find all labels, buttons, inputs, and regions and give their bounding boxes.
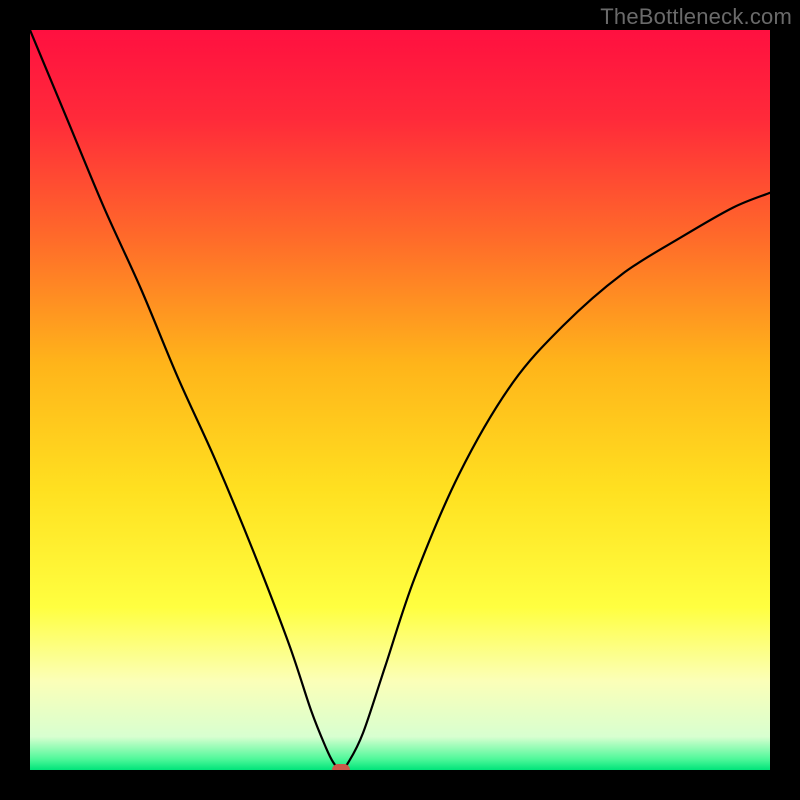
watermark-text: TheBottleneck.com — [600, 4, 792, 30]
chart-background-gradient — [30, 30, 770, 770]
optimum-marker — [332, 764, 350, 770]
chart-frame: TheBottleneck.com — [0, 0, 800, 800]
plot-area — [30, 30, 770, 770]
